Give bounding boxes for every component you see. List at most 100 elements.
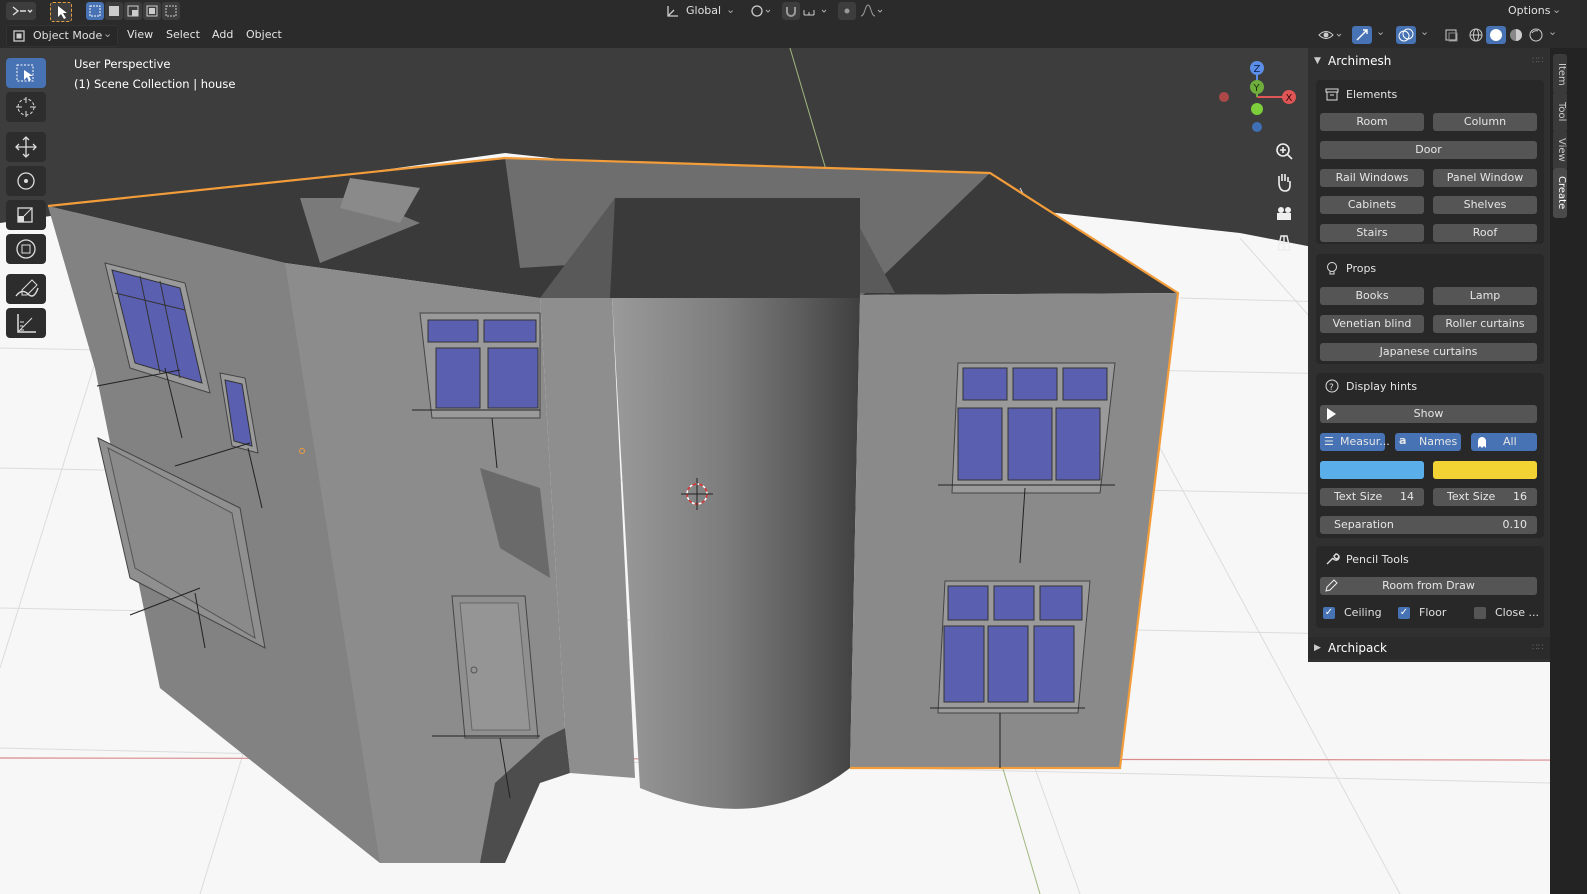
window-right-top[interactable] (951, 362, 1116, 494)
zoom-button[interactable] (1272, 140, 1296, 164)
door[interactable] (451, 595, 539, 739)
options-dropdown[interactable]: Options ⌄ (1502, 2, 1564, 20)
overlays-dropdown[interactable]: ⌄ (1418, 25, 1432, 44)
rotate-icon (17, 172, 35, 190)
drag-handle-icon[interactable]: ∷∷ (1532, 637, 1543, 659)
tool-scale[interactable] (6, 200, 46, 230)
text-size-2-field[interactable]: Text Size 16 (1433, 488, 1537, 506)
cabinets-button[interactable]: Cabinets (1320, 196, 1424, 214)
door-button[interactable]: Door (1320, 141, 1537, 159)
floor-checkbox[interactable]: ✓ Floor (1398, 606, 1468, 622)
lightbulb-icon (1327, 262, 1337, 275)
snap-target-dropdown[interactable] (800, 2, 830, 20)
measures-toggle[interactable]: ☰ Measur... (1320, 433, 1390, 451)
shading-solid-button[interactable] (1486, 26, 1506, 44)
menu-select[interactable]: Select (160, 26, 206, 44)
display-hints-section: ? Display hints Show ☰ Measur... a Names… (1316, 373, 1544, 538)
tab-create[interactable]: Create (1553, 168, 1567, 218)
menu-add[interactable]: Add (206, 26, 239, 44)
checkmark-icon: ✓ (1398, 607, 1410, 619)
archipack-panel-header[interactable]: ▶ Archipack ∷∷ (1308, 637, 1550, 659)
column-button[interactable]: Column (1433, 113, 1537, 131)
props-header: Props (1346, 262, 1377, 275)
perspective-toggle-button[interactable] (1272, 231, 1296, 255)
pivot-point-dropdown[interactable] (747, 2, 775, 20)
tool-annotate[interactable] (6, 274, 46, 304)
all-toggle[interactable]: All (1471, 433, 1537, 451)
menu-object[interactable]: Object (240, 26, 288, 44)
shading-material-button[interactable] (1506, 26, 1526, 44)
display-hints-header: Display hints (1346, 380, 1418, 393)
japanese-curtains-button[interactable]: Japanese curtains (1320, 343, 1537, 361)
mode-dropdown[interactable]: Object Mode ⌄ (6, 25, 118, 47)
select-mode-intersect-button[interactable] (162, 2, 180, 20)
text-size-2-label: Text Size (1447, 490, 1496, 503)
shading-wireframe-button[interactable] (1466, 26, 1486, 44)
wrench-icon (1326, 553, 1340, 565)
select-mode-extend-button[interactable] (105, 2, 123, 20)
venetian-blind-button[interactable]: Venetian blind (1320, 315, 1424, 333)
cursor-icon (58, 6, 67, 19)
proportional-edit-button[interactable] (838, 2, 856, 20)
gizmo-arrows-icon (1356, 29, 1368, 41)
tab-tool[interactable]: Tool (1553, 92, 1567, 132)
tool-measure[interactable] (6, 308, 46, 338)
transform-orientation-dropdown[interactable]: Global ⌄ (662, 2, 740, 20)
tool-move[interactable] (6, 132, 46, 162)
select-mode-new-button[interactable] (86, 2, 104, 20)
shelves-button[interactable]: Shelves (1433, 196, 1537, 214)
editor-type-button[interactable] (6, 2, 36, 20)
window-middle[interactable] (419, 312, 541, 419)
panel-window-button[interactable]: Panel Window (1433, 169, 1537, 187)
tool-select-box[interactable] (6, 58, 46, 88)
hint-color-1[interactable] (1320, 461, 1424, 479)
select-mode-subtract-button[interactable] (124, 2, 142, 20)
close-checkbox[interactable]: Close ... (1474, 606, 1540, 622)
books-button[interactable]: Books (1320, 287, 1424, 305)
text-a-icon: a (1399, 434, 1407, 447)
show-hints-button[interactable]: Show (1320, 405, 1537, 423)
snap-toggle-button[interactable] (782, 2, 800, 20)
visibility-dropdown[interactable] (1316, 26, 1346, 44)
gizmo-dropdown[interactable]: ⌄ (1374, 25, 1388, 44)
ceiling-checkbox[interactable]: ✓ Ceiling (1323, 606, 1403, 622)
rail-windows-button[interactable]: Rail Windows (1320, 169, 1424, 187)
drag-handle-icon[interactable]: ∷∷ (1532, 50, 1543, 72)
room-from-draw-button[interactable]: Room from Draw (1320, 577, 1537, 595)
collapsed-triangle-icon: ▶ (1314, 643, 1321, 653)
falloff-dropdown[interactable] (858, 2, 886, 20)
lamp-button[interactable]: Lamp (1433, 287, 1537, 305)
overlays-toggle-button[interactable] (1396, 26, 1416, 44)
hint-color-2[interactable] (1433, 461, 1537, 479)
xray-icon (1445, 29, 1458, 42)
annotate-pencil-icon (15, 279, 39, 297)
tab-item[interactable]: Item (1553, 54, 1567, 94)
select-tool-button[interactable] (50, 2, 72, 22)
shading-dropdown[interactable]: ⌄ (1546, 25, 1560, 44)
camera-view-button[interactable] (1272, 201, 1296, 225)
text-size-1-field[interactable]: Text Size 14 (1320, 488, 1424, 506)
room-button[interactable]: Room (1320, 113, 1424, 131)
props-section: Props Books Lamp Venetian blind Roller c… (1316, 254, 1544, 364)
window-right-bottom[interactable] (937, 580, 1091, 714)
xray-toggle-button[interactable] (1442, 26, 1462, 44)
tool-rotate[interactable] (6, 166, 46, 196)
navigation-gizmo[interactable]: Z X Y (1210, 58, 1300, 148)
select-mode-invert-button[interactable] (143, 2, 161, 20)
roller-curtains-button[interactable]: Roller curtains (1433, 315, 1537, 333)
gizmo-toggle-button[interactable] (1352, 26, 1372, 44)
menu-view[interactable]: View (121, 26, 159, 44)
tab-view[interactable]: View (1553, 130, 1567, 170)
names-toggle[interactable]: a Names (1395, 433, 1461, 451)
archimesh-panel-header[interactable]: ▼ Archimesh ∷∷ (1308, 50, 1550, 72)
object-mode-icon (13, 30, 25, 42)
separation-field[interactable]: Separation 0.10 (1320, 516, 1537, 534)
stairs-button[interactable]: Stairs (1320, 224, 1424, 242)
roof-button[interactable]: Roof (1433, 224, 1537, 242)
gizmo-y-label: Y (1253, 83, 1261, 94)
shading-rendered-button[interactable] (1526, 26, 1546, 44)
show-hints-label: Show (1413, 407, 1444, 420)
tool-cursor[interactable] (6, 92, 46, 122)
tool-transform[interactable] (6, 234, 46, 264)
pan-button[interactable] (1272, 170, 1296, 194)
